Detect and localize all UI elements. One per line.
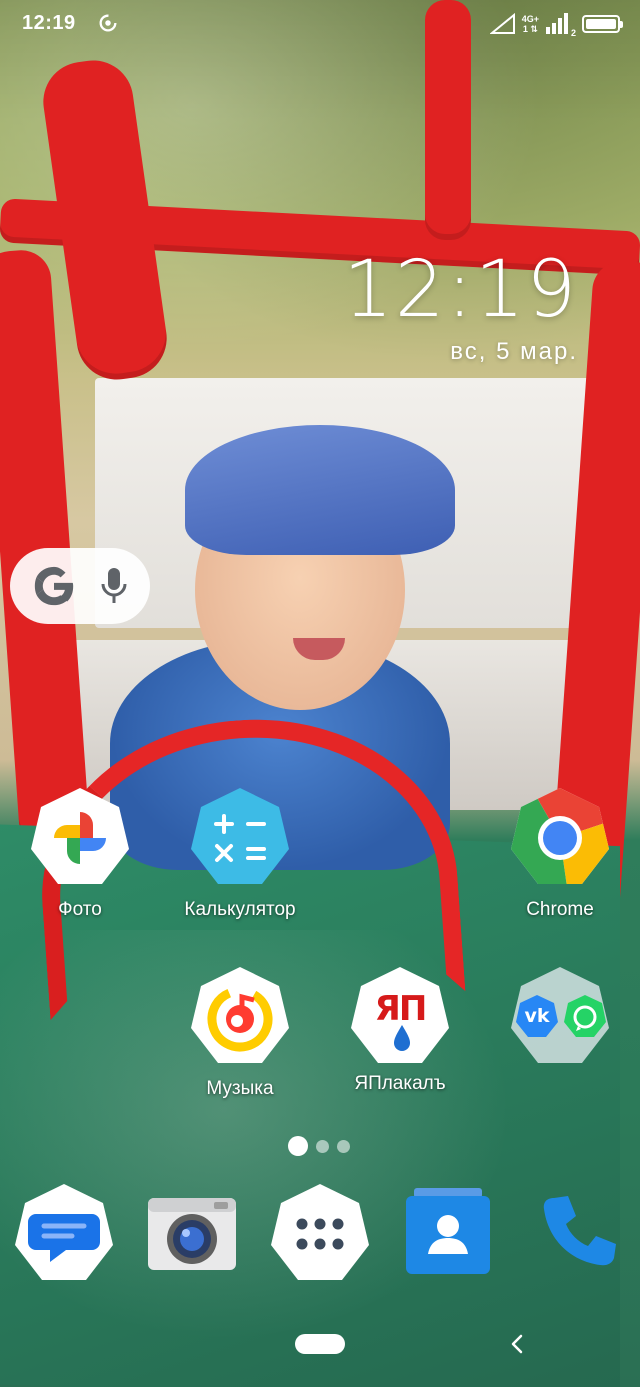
app-label-photos: Фото <box>58 899 102 920</box>
google-g-icon[interactable] <box>31 563 77 609</box>
page-indicator <box>288 1136 350 1156</box>
app-photos[interactable]: Фото <box>10 788 150 921</box>
clock-time: 12:19 <box>343 245 578 335</box>
network-type-label: 4G+ <box>521 14 539 24</box>
microphone-icon[interactable] <box>99 566 129 606</box>
wallpaper <box>0 0 640 1387</box>
google-photos-icon[interactable] <box>30 788 130 888</box>
status-right-cluster: 4G+ 1 ⇅ 2 <box>489 10 623 38</box>
app-label-music: Музыка <box>206 1078 274 1099</box>
back-chevron-icon[interactable] <box>505 1330 529 1358</box>
home-pill-button[interactable] <box>295 1334 345 1354</box>
dock-phone[interactable] <box>506 1184 640 1289</box>
contacts-icon[interactable] <box>398 1184 498 1284</box>
clock-widget[interactable]: 12:19 вс, 5 мар. <box>343 248 578 366</box>
wallpaper-child-cap <box>185 425 455 555</box>
signal-bars-icon <box>545 13 568 34</box>
phone-icon[interactable] <box>526 1184 626 1284</box>
chrome-icon[interactable] <box>510 788 610 888</box>
data-arrows-icon: ⇅ <box>527 24 538 34</box>
app-music[interactable]: Музыка <box>170 967 310 1100</box>
status-bar: 12:19 4G+ 1 ⇅ 2 <box>0 0 640 50</box>
sim-2-label: 2 <box>570 28 576 38</box>
yaplakal-icon[interactable]: ЯП <box>350 967 450 1067</box>
app-drawer-icon[interactable] <box>270 1184 370 1284</box>
app-calculator[interactable]: Калькулятор <box>170 788 310 921</box>
dock-app-drawer[interactable] <box>250 1184 390 1289</box>
page-dot-2 <box>316 1139 329 1153</box>
signal-empty-icon <box>489 13 515 34</box>
sim-1-label: 1 ⇅ <box>522 24 538 34</box>
app-label-yaplakal: ЯПлакалъ <box>354 1073 446 1094</box>
page-dot-1 <box>288 1136 308 1156</box>
dock-camera[interactable] <box>122 1184 262 1289</box>
yaplakal-logo-text: ЯП <box>374 989 428 1029</box>
messages-icon[interactable] <box>14 1184 114 1284</box>
calculator-icon[interactable] <box>190 788 290 888</box>
page-dot-3 <box>337 1139 350 1153</box>
clock-date: вс, 5 мар. <box>450 338 578 365</box>
app-folder-social[interactable]: vk <box>490 967 630 1067</box>
camera-icon[interactable] <box>142 1184 242 1284</box>
app-chrome[interactable]: Chrome <box>490 788 630 921</box>
network-indicator: 4G+ 1 ⇅ <box>522 14 539 34</box>
app-label-chrome: Chrome <box>526 899 594 920</box>
sync-icon <box>99 14 117 32</box>
battery-icon <box>582 15 623 33</box>
app-label-calculator: Калькулятор <box>184 899 296 920</box>
vk-logo-text: vk <box>524 1005 550 1027</box>
dock-contacts[interactable] <box>378 1184 518 1289</box>
google-search-widget[interactable] <box>10 548 150 624</box>
app-yaplakal[interactable]: ЯП ЯПлакалъ <box>330 967 470 1095</box>
dock-messages[interactable] <box>0 1184 134 1289</box>
status-time: 12:19 <box>22 12 76 34</box>
music-icon[interactable] <box>190 967 290 1067</box>
vk-whatsapp-folder-icon[interactable]: vk <box>510 967 610 1067</box>
